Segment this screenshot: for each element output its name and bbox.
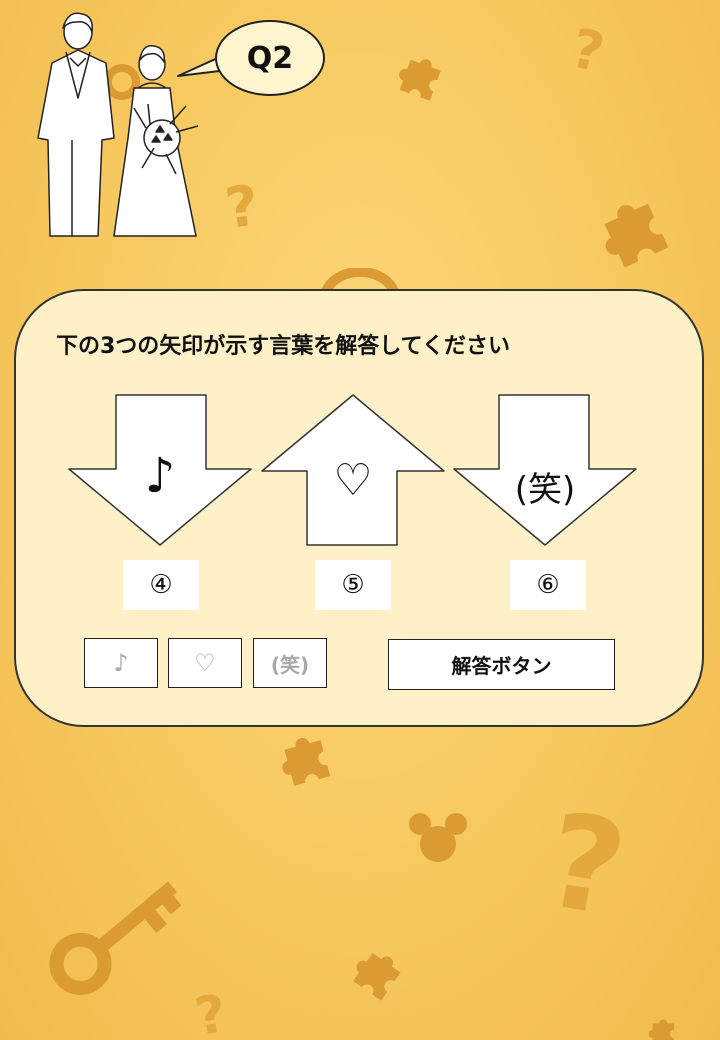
question-mark-icon: ? bbox=[221, 173, 263, 242]
choice-button-heart[interactable]: ♡ bbox=[168, 638, 242, 688]
bride-and-groom-illustration bbox=[37, 12, 199, 237]
mouse-head-icon bbox=[409, 813, 467, 862]
submit-answer-button[interactable]: 解答ボタン bbox=[388, 639, 615, 690]
question-number-label: Q2 bbox=[246, 40, 294, 76]
answer-slot-4[interactable]: ④ bbox=[123, 560, 199, 610]
choice-button-laugh[interactable]: (笑) bbox=[253, 638, 327, 688]
puzzle-piece-icon bbox=[604, 203, 669, 268]
answer-slot-5[interactable]: ⑤ bbox=[315, 560, 391, 610]
puzzle-piece-icon bbox=[282, 737, 331, 786]
game-stage: ? ? ? ? Q2 下の3つの矢印が示す言葉を解答してください ♪ ♡ (笑)… bbox=[0, 0, 720, 1040]
puzzle-piece-icon bbox=[353, 953, 401, 1001]
question-text: 下の3つの矢印が示す言葉を解答してください bbox=[56, 334, 510, 359]
puzzle-piece-icon bbox=[399, 59, 441, 101]
puzzle-piece-icon bbox=[648, 1019, 674, 1040]
speech-bubble: Q2 bbox=[215, 20, 325, 96]
key-icon bbox=[49, 881, 182, 995]
arrow-symbol-laugh: (笑) bbox=[514, 470, 576, 510]
question-mark-icon: ? bbox=[535, 783, 637, 947]
arrow-symbol-heart: ♡ bbox=[333, 455, 373, 506]
choice-button-note[interactable]: ♪ bbox=[84, 638, 158, 688]
question-mark-icon: ? bbox=[565, 16, 610, 85]
arrow-symbol-note: ♪ bbox=[144, 448, 176, 504]
answer-slot-6[interactable]: ⑥ bbox=[510, 560, 586, 610]
